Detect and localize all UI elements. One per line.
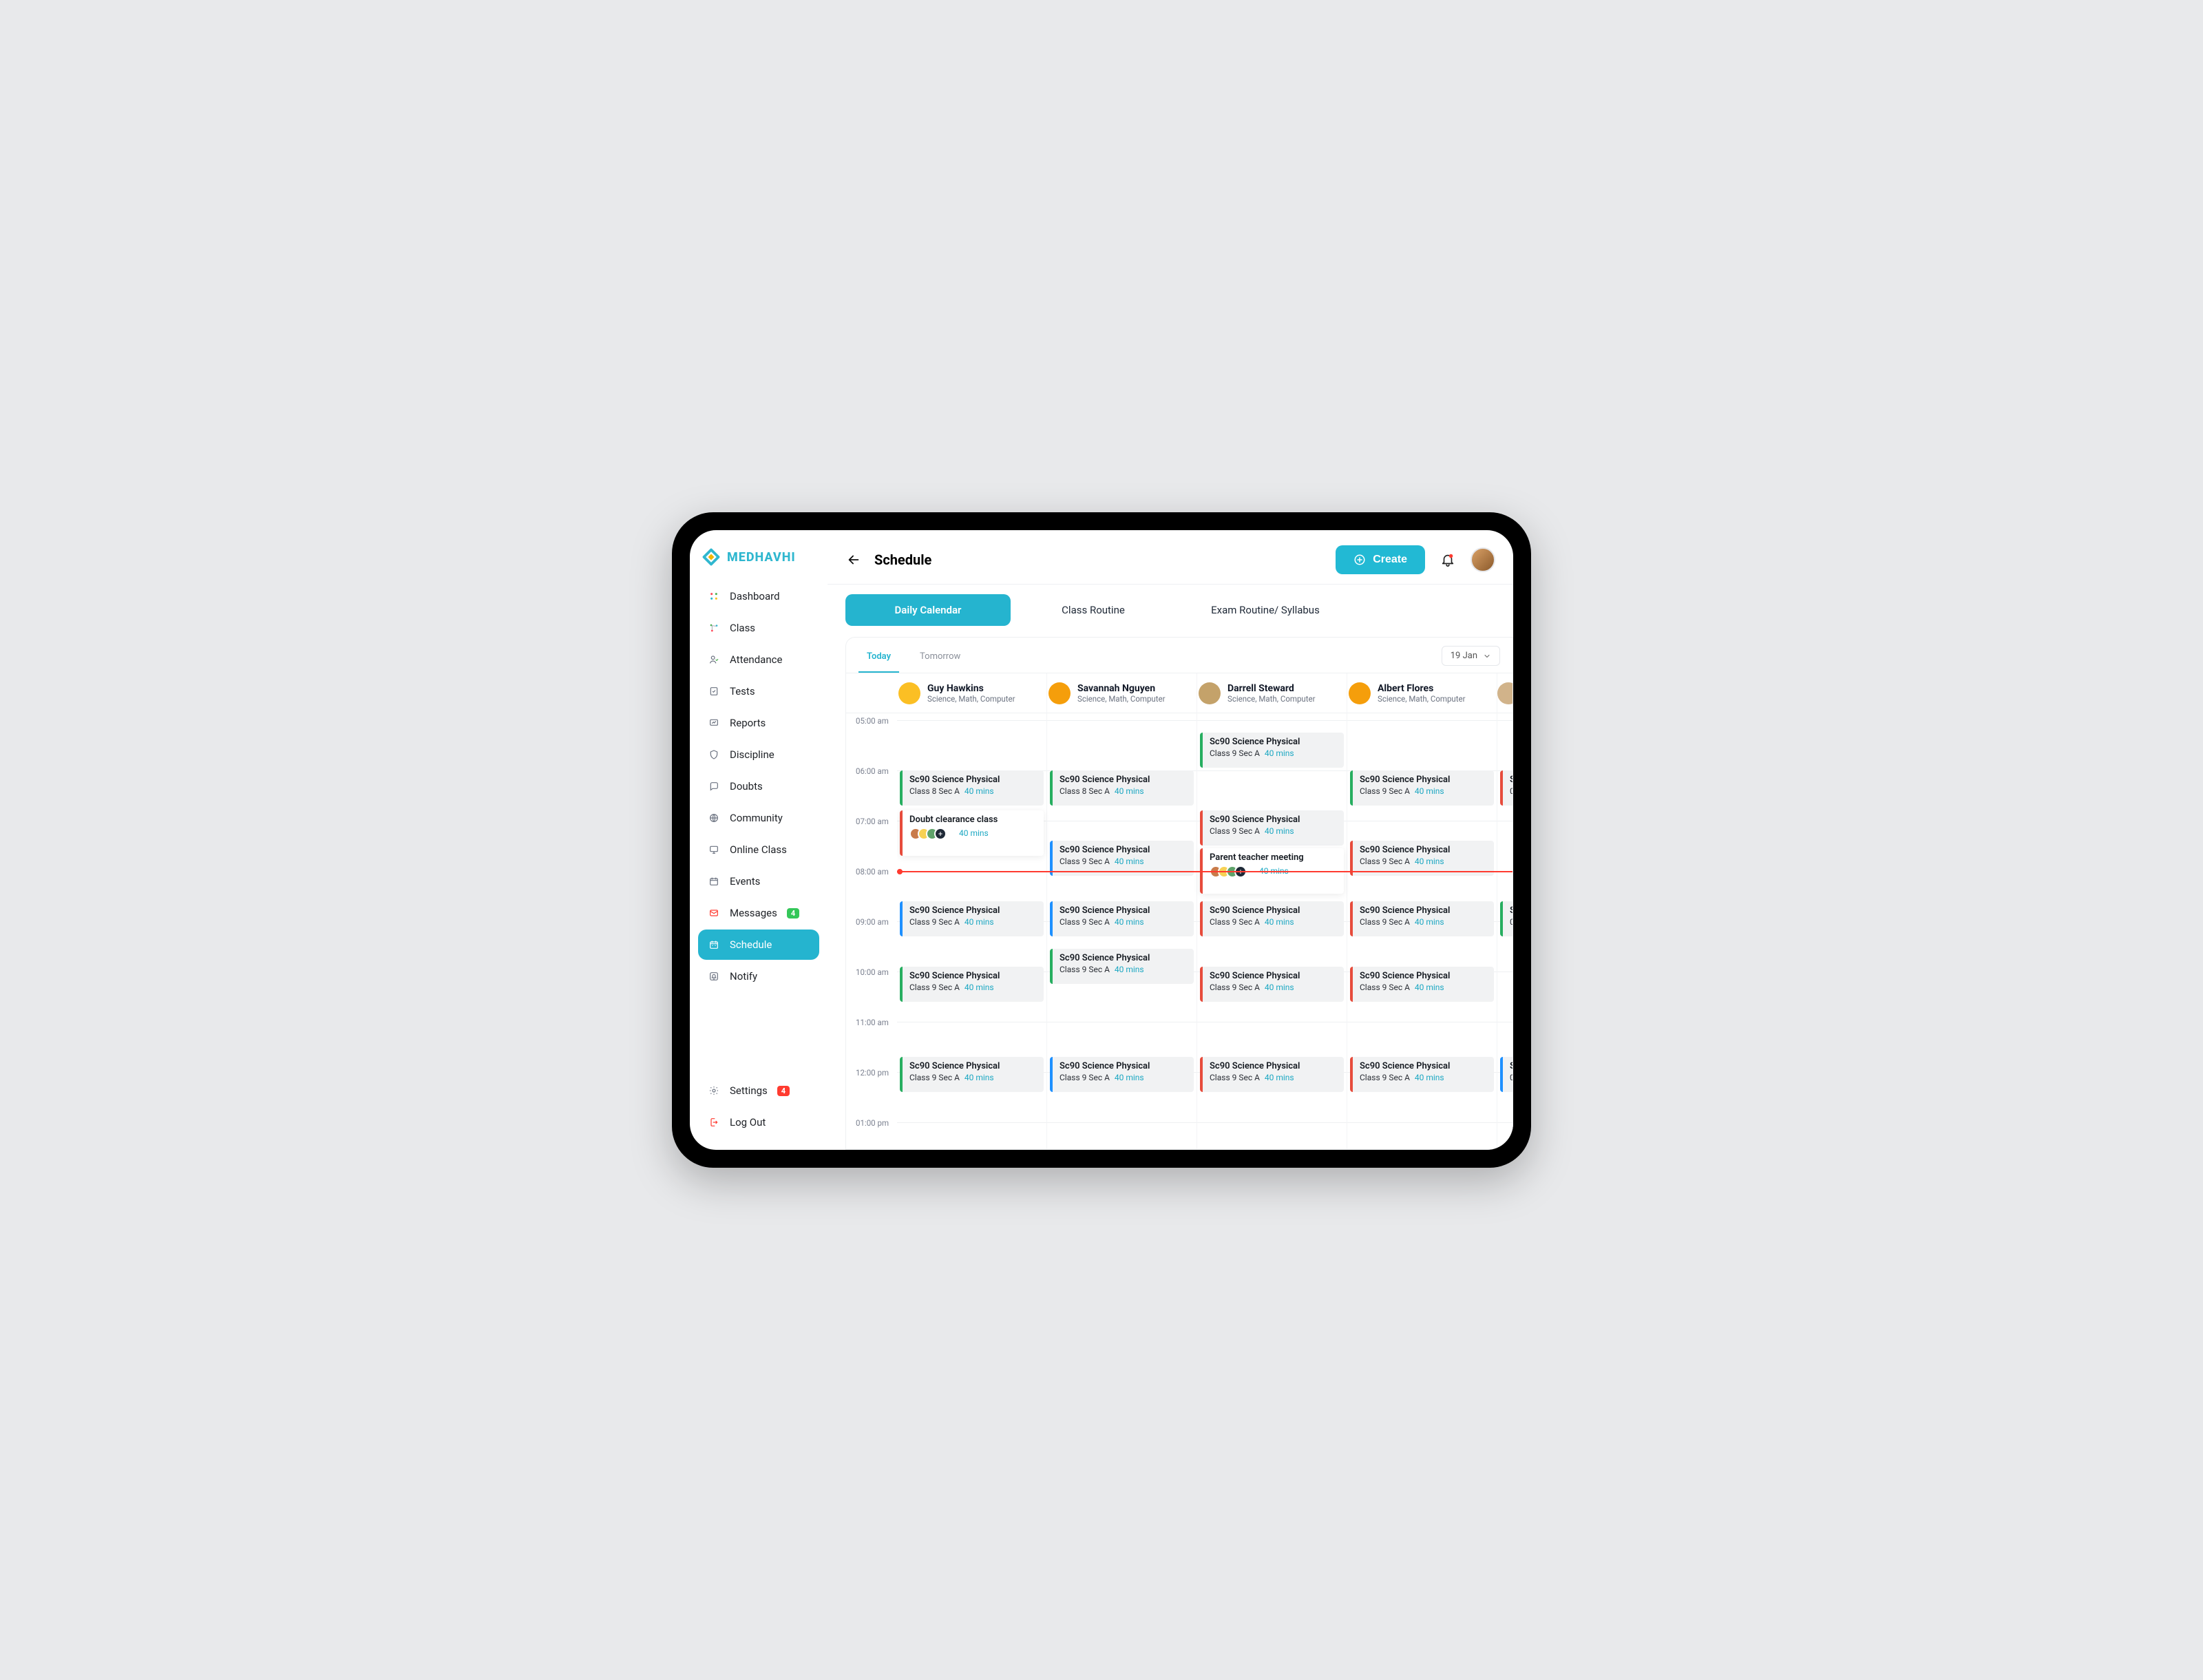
badge: 4	[787, 908, 799, 918]
sidebar-item-events[interactable]: Events	[698, 866, 819, 896]
calendar-icon	[708, 875, 720, 888]
topbar: Schedule Create	[828, 530, 1513, 585]
sidebar-item-doubts[interactable]: Doubts	[698, 771, 819, 801]
calendar-event[interactable]: Sc90 Science PhysicalClass 9 Sec A 40 mi…	[900, 901, 1044, 936]
doc-check-icon	[708, 685, 720, 697]
calendar-event[interactable]: Sc90 Science PhysicalClass 9 Sec A 40 mi…	[1200, 967, 1344, 1002]
calendar-event[interactable]: Sc90 Science PhysicalClass 9 Sec A 40 mi…	[900, 1057, 1044, 1092]
time-label: 05:00 am	[846, 716, 897, 726]
teacher-header[interactable]: Savannah Nguyen Science, Math, Computer	[1047, 673, 1197, 713]
tab-class-routine[interactable]: Class Routine	[1011, 594, 1176, 626]
time-label: 09:00 am	[846, 917, 897, 927]
chart-icon	[708, 717, 720, 729]
sidebar-item-dashboard[interactable]: Dashboard	[698, 581, 819, 611]
sidebar-item-tests[interactable]: Tests	[698, 676, 819, 706]
back-button[interactable]	[845, 552, 862, 568]
time-label: 11:00 am	[846, 1018, 897, 1027]
sidebar-item-discipline[interactable]: Discipline	[698, 739, 819, 770]
tab-bar: Daily CalendarClass RoutineExam Routine/…	[828, 585, 1513, 626]
calendar-event[interactable]: Sc90 Science PhysicalClass 9 Sec A 40 mi…	[1350, 770, 1494, 806]
calendar-event[interactable]: S0	[1500, 770, 1512, 806]
calendar-event[interactable]: Sc90 Science PhysicalClass 9 Sec A 40 mi…	[1200, 901, 1344, 936]
sidebar-item-schedule[interactable]: Schedule	[698, 930, 819, 960]
time-label: 01:00 pm	[846, 1118, 897, 1128]
subtab-tomorrow[interactable]: Tomorrow	[911, 644, 969, 673]
gear-icon	[708, 1084, 720, 1097]
badge: 4	[777, 1086, 790, 1096]
calendar-event[interactable]: Sc90 Science PhysicalClass 9 Sec A 40 mi…	[1050, 1057, 1194, 1092]
calendar-event[interactable]: Sc90 Science PhysicalClass 9 Sec A 40 mi…	[1200, 1057, 1344, 1092]
calendar-event[interactable]: Sc90 Science PhysicalClass 9 Sec A 40 mi…	[1350, 967, 1494, 1002]
shield-icon	[708, 748, 720, 761]
teacher-header[interactable]: Darrell Steward Science, Math, Computer	[1197, 673, 1347, 713]
calendar-event[interactable]: S0	[1500, 1057, 1512, 1092]
teacher-header[interactable]: Albert Flores Science, Math, Computer	[1347, 673, 1497, 713]
attendee-avatars: +	[909, 828, 947, 840]
sidebar-item-online-class[interactable]: Online Class	[698, 834, 819, 865]
teacher-avatar	[1349, 682, 1371, 704]
sidebar-item-attendance[interactable]: Attendance	[698, 644, 819, 675]
globe-icon	[708, 812, 720, 824]
sidebar-item-log-out[interactable]: Log Out	[698, 1107, 819, 1137]
sidebar-item-community[interactable]: Community	[698, 803, 819, 833]
logo[interactable]: MEDHAVHI	[698, 543, 819, 581]
tab-daily-calendar[interactable]: Daily Calendar	[845, 594, 1011, 626]
logo-icon	[701, 547, 721, 567]
time-label: 07:00 am	[846, 817, 897, 826]
create-button[interactable]: Create	[1336, 545, 1425, 574]
teacher-avatar	[1199, 682, 1221, 704]
sidebar-item-messages[interactable]: Messages 4	[698, 898, 819, 928]
calendar-event[interactable]: Sc90 Science PhysicalClass 9 Sec A 40 mi…	[1350, 901, 1494, 936]
teacher-avatar	[1497, 682, 1512, 704]
brand-text: MEDHAVHI	[727, 550, 796, 565]
sidebar-footer: Settings 4 Log Out	[698, 1075, 819, 1137]
calendar-event[interactable]: Sc90 Science PhysicalClass 9 Sec A 40 mi…	[1200, 810, 1344, 846]
notifications-button[interactable]	[1440, 552, 1455, 567]
bell-sq-icon	[708, 970, 720, 983]
time-label: 10:00 am	[846, 967, 897, 977]
more-attendees-icon: +	[934, 828, 947, 840]
subtab-bar: Today Tomorrow 19 Jan	[846, 638, 1512, 673]
calendar-event[interactable]: Doubt clearance class + 40 mins	[900, 810, 1044, 856]
logout-icon	[708, 1116, 720, 1128]
tab-exam-routine-syllabus[interactable]: Exam Routine/ Syllabus	[1176, 594, 1355, 626]
sidebar-item-settings[interactable]: Settings 4	[698, 1075, 819, 1106]
time-label: 08:00 am	[846, 867, 897, 876]
time-label: 12:00 pm	[846, 1068, 897, 1078]
calendar-days-icon	[708, 938, 720, 951]
teacher-avatar	[1048, 682, 1071, 704]
time-label: 06:00 am	[846, 766, 897, 776]
chat-icon	[708, 780, 720, 792]
calendar-event[interactable]: Sc90 Science PhysicalClass 9 Sec A 40 mi…	[1200, 733, 1344, 768]
calendar-event[interactable]: Sc90 Science PhysicalClass 9 Sec A 40 mi…	[900, 967, 1044, 1002]
sidebar-nav: Dashboard Class Attendance Tests Reports…	[698, 581, 819, 991]
user-avatar[interactable]	[1471, 547, 1495, 572]
plus-circle-icon	[1353, 554, 1366, 566]
subtab-today[interactable]: Today	[858, 644, 899, 673]
arrow-left-icon	[846, 552, 861, 567]
calendar-event[interactable]: Sc90 Science PhysicalClass 9 Sec A 40 mi…	[1050, 949, 1194, 984]
date-picker[interactable]: 19 Jan	[1442, 646, 1500, 666]
chevron-down-icon	[1483, 652, 1491, 660]
sidebar-item-reports[interactable]: Reports	[698, 708, 819, 738]
calendar-event[interactable]: Sc90 Science PhysicalClass 8 Sec A 40 mi…	[900, 770, 1044, 806]
grid-icon	[708, 590, 720, 602]
schedule-grid: 05:00 am 06:00 am 07:00 am 08:00 am 09:00 am…	[846, 673, 1512, 1149]
calendar-event[interactable]: S0	[1500, 901, 1512, 936]
sidebar-item-notify[interactable]: Notify	[698, 961, 819, 991]
calendar-event[interactable]: Sc90 Science PhysicalClass 9 Sec A 40 mi…	[1050, 901, 1194, 936]
calendar-event[interactable]: Sc90 Science PhysicalClass 8 Sec A 40 mi…	[1050, 770, 1194, 806]
bell-icon	[1440, 552, 1455, 567]
teacher-header[interactable]	[1497, 673, 1512, 713]
sidebar-item-class[interactable]: Class	[698, 613, 819, 643]
mail-icon	[708, 907, 720, 919]
teacher-avatar	[898, 682, 920, 704]
monitor-icon	[708, 843, 720, 856]
current-time-indicator	[897, 871, 1512, 872]
page-title: Schedule	[874, 552, 931, 568]
user-check-icon	[708, 653, 720, 666]
calendar-event[interactable]: Sc90 Science PhysicalClass 9 Sec A 40 mi…	[1350, 1057, 1494, 1092]
teacher-header[interactable]: Guy Hawkins Science, Math, Computer	[897, 673, 1046, 713]
molecule-icon	[708, 622, 720, 634]
